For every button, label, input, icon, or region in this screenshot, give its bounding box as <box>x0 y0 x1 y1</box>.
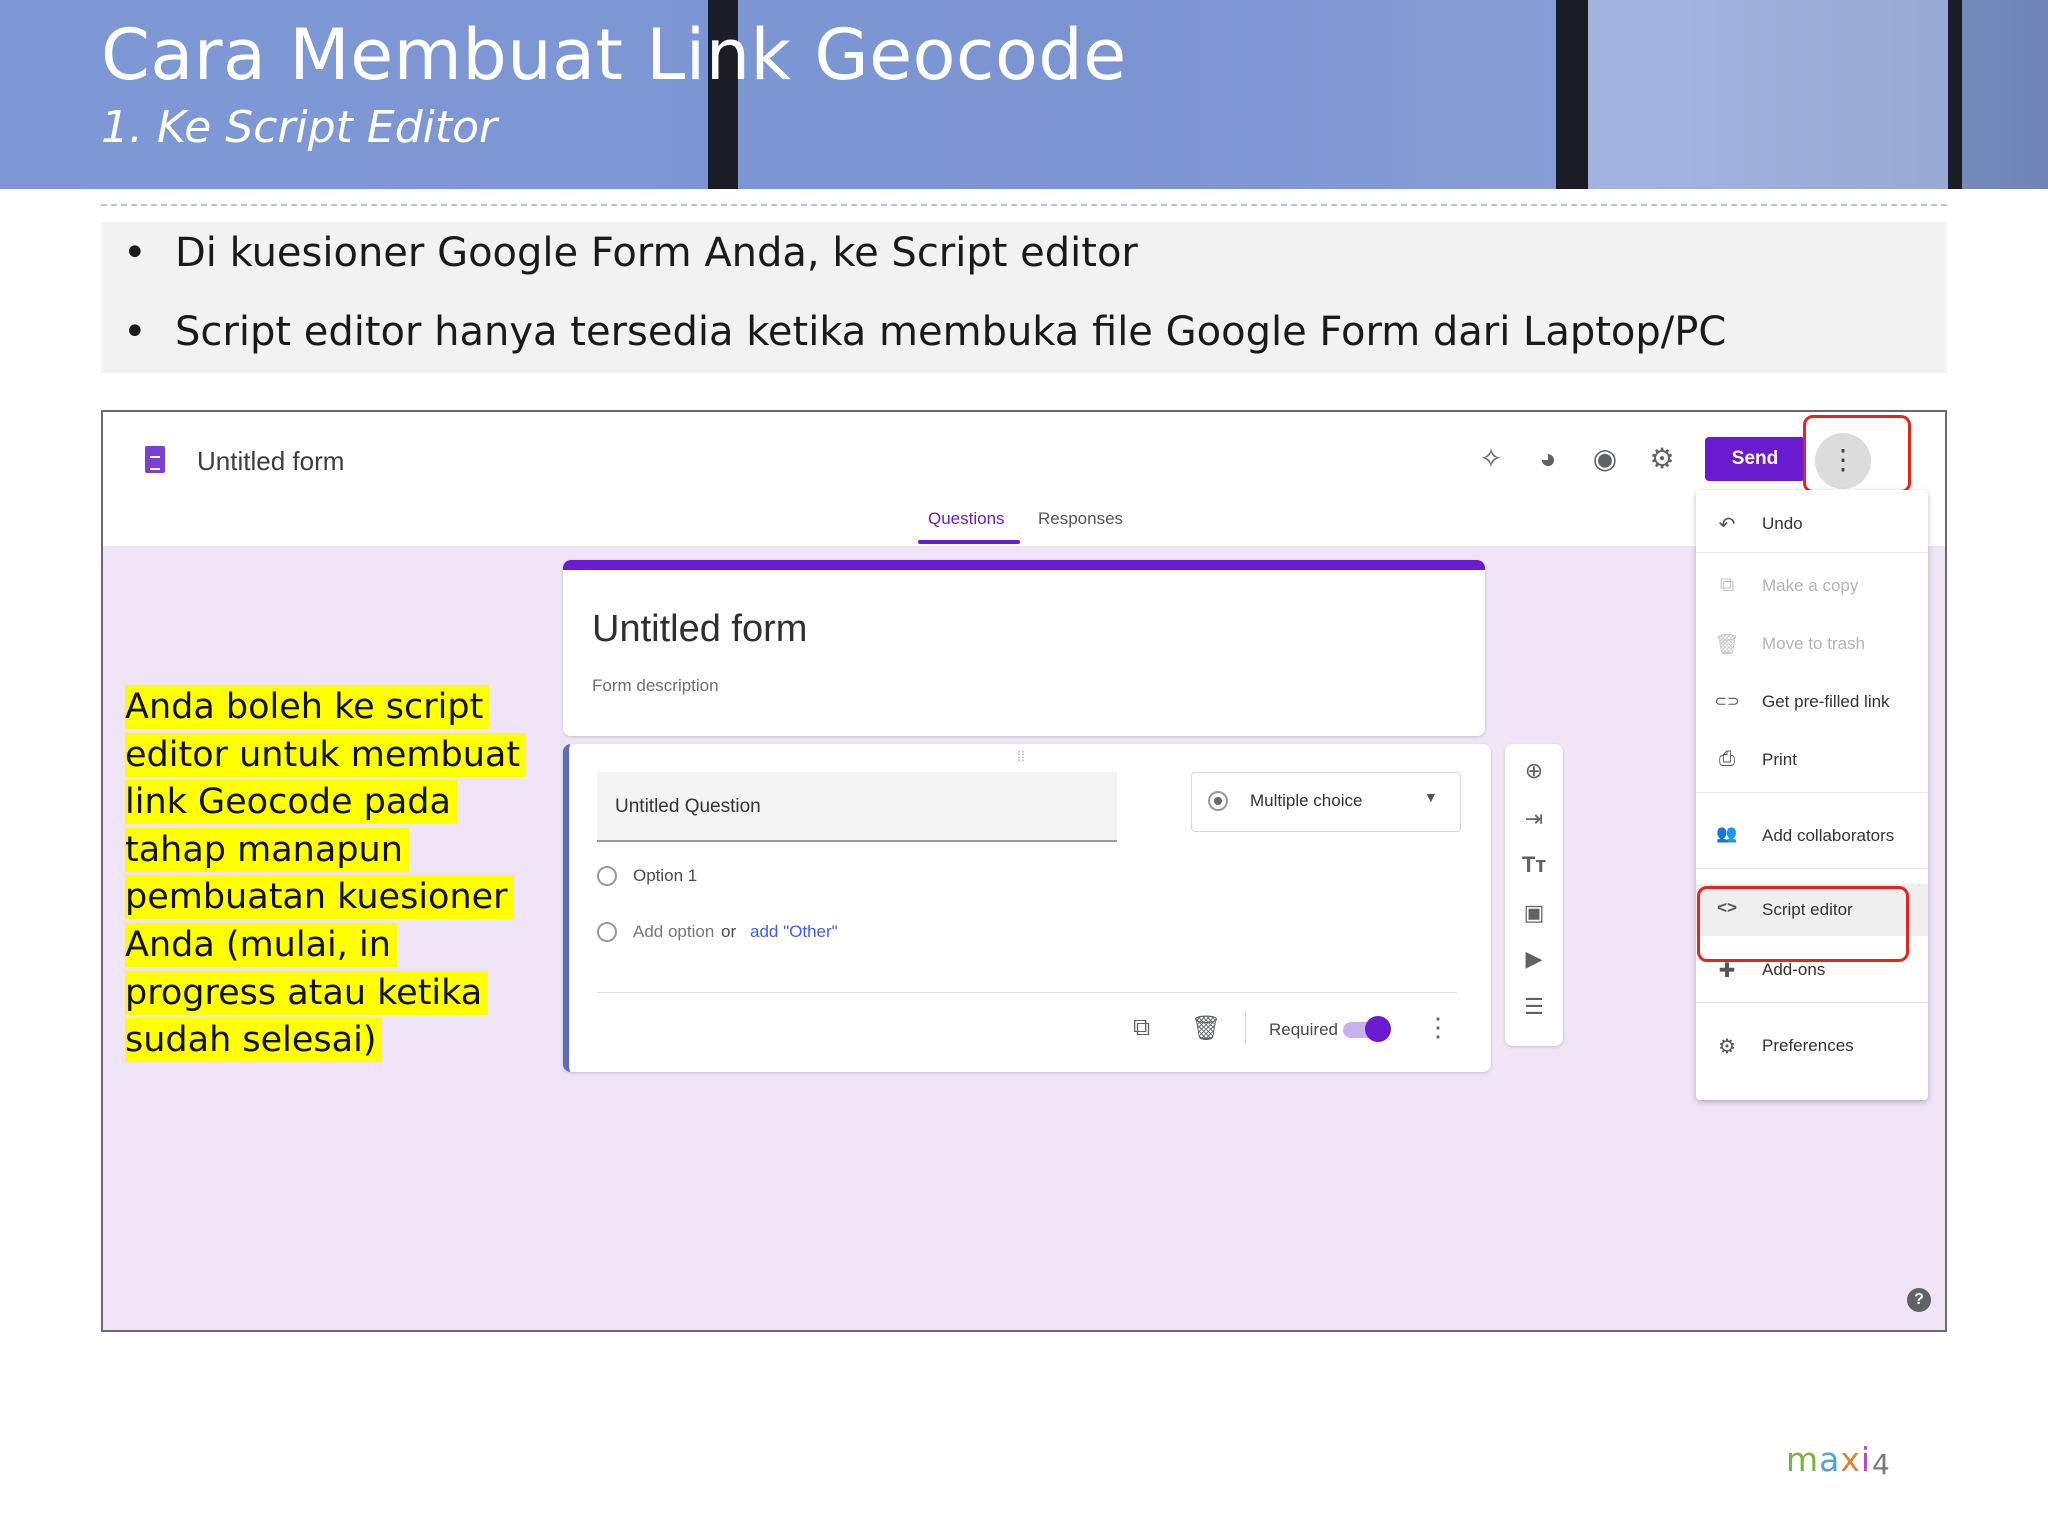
menu-item-prefilled-link[interactable]: ⊂⊃ Get pre-filled link <box>1696 680 1928 724</box>
menu-item-label: Add-ons <box>1762 960 1826 979</box>
page-number: 4 <box>1872 1448 1890 1481</box>
menu-item-label: Add collaborators <box>1762 826 1895 845</box>
tab-questions[interactable]: Questions <box>928 509 1005 529</box>
divider <box>597 992 1457 993</box>
note-text: Anda boleh ke script editor untuk membua… <box>125 685 527 1063</box>
highlighted-note: Anda boleh ke script editor untuk membua… <box>125 684 527 1065</box>
forms-topbar: Untitled form ✧ ◕ ◉ ⚙ Send ⋮ Questions R… <box>103 412 1945 546</box>
tab-responses[interactable]: Responses <box>1038 509 1123 529</box>
help-icon[interactable]: ? <box>1907 1288 1931 1312</box>
google-forms-screenshot: Untitled form ✧ ◕ ◉ ⚙ Send ⋮ Questions R… <box>101 410 1947 1332</box>
trash-icon[interactable]: 🗑 <box>1191 1014 1221 1043</box>
highlight-box <box>1803 415 1911 493</box>
undo-icon: ↶ <box>1718 514 1736 536</box>
question-type-label: Multiple choice <box>1250 791 1363 810</box>
bullet-text: Script editor hanya tersedia ketika memb… <box>175 309 1727 355</box>
bullet-item: • Di kuesioner Google Form Anda, ke Scrip… <box>123 230 1138 276</box>
form-title-card: Untitled form Form description <box>563 560 1485 736</box>
question-toolbar: ⊕ ⇥ Tт ▣ ▶ ☰ <box>1505 744 1563 1046</box>
import-questions-icon[interactable]: ⇥ <box>1505 806 1563 832</box>
menu-item-make-copy[interactable]: ⧉ Make a copy <box>1696 564 1928 608</box>
menu-item-label: Undo <box>1762 514 1803 533</box>
menu-divider <box>1696 792 1928 793</box>
menu-divider <box>1696 552 1928 553</box>
form-doc-title[interactable]: Untitled form <box>197 446 344 477</box>
bullet-list: • Di kuesioner Google Form Anda, ke Scrip… <box>101 222 1947 373</box>
background-stripe <box>1556 0 1588 189</box>
menu-item-label: Print <box>1762 750 1797 769</box>
print-icon: ⎙ <box>1719 748 1735 770</box>
bullet-text: Di kuesioner Google Form Anda, ke Script… <box>175 230 1138 276</box>
slide-title: Cara Membuat Link Geocode <box>101 14 1127 96</box>
header-banner: Cara Membuat Link Geocode 1. Ke Script E… <box>0 0 2048 189</box>
title-text-icon[interactable]: Tт <box>1505 852 1563 878</box>
section-icon[interactable]: ☰ <box>1505 994 1563 1020</box>
chevron-down-icon: ▼ <box>1424 789 1438 805</box>
drag-handle-icon[interactable]: ⁞⁞ <box>1017 748 1025 764</box>
radio-icon <box>597 922 617 942</box>
more-options-menu: ↶ Undo ⧉ Make a copy 🗑 Move to trash ⊂⊃ … <box>1696 490 1928 1100</box>
addon-icon[interactable]: ✧ <box>1474 442 1508 476</box>
menu-item-label: Get pre-filled link <box>1762 692 1890 711</box>
menu-item-preferences[interactable]: ⚙ Preferences <box>1696 1024 1928 1068</box>
trash-icon: 🗑 <box>1714 634 1740 656</box>
question-input[interactable]: Untitled Question <box>597 772 1117 842</box>
radio-icon <box>1208 791 1228 811</box>
send-button[interactable]: Send <box>1705 437 1805 481</box>
menu-item-undo[interactable]: ↶ Undo <box>1696 502 1928 546</box>
eye-icon[interactable]: ◉ <box>1588 442 1622 476</box>
menu-divider <box>1696 1002 1928 1003</box>
required-toggle-knob[interactable] <box>1365 1016 1391 1042</box>
menu-item-move-to-trash[interactable]: 🗑 Move to trash <box>1696 622 1928 666</box>
bullet-item: • Script editor hanya tersedia ketika mem… <box>123 309 1726 355</box>
divider <box>1245 1010 1246 1044</box>
bullet-icon: • <box>123 230 147 276</box>
slide-subtitle: 1. Ke Script Editor <box>101 102 498 153</box>
more-vert-icon[interactable]: ⋮ <box>1425 1012 1451 1043</box>
link-icon: ⊂⊃ <box>1714 693 1740 710</box>
menu-item-label: Preferences <box>1762 1036 1854 1055</box>
add-question-icon[interactable]: ⊕ <box>1505 758 1563 784</box>
radio-icon[interactable] <box>597 866 617 886</box>
image-icon[interactable]: ▣ <box>1505 900 1563 926</box>
menu-item-label: Move to trash <box>1762 634 1865 653</box>
menu-item-print[interactable]: ⎙ Print <box>1696 738 1928 782</box>
preferences-icon: ⚙ <box>1718 1036 1736 1058</box>
required-label: Required <box>1269 1020 1338 1039</box>
menu-item-label: Make a copy <box>1762 576 1859 595</box>
people-icon: 👥 <box>1716 824 1738 843</box>
add-other-link[interactable]: add "Other" <box>750 922 838 942</box>
video-icon[interactable]: ▶ <box>1505 946 1563 972</box>
copy-icon: ⧉ <box>1719 574 1735 596</box>
menu-item-add-collaborators[interactable]: 👥 Add collaborators <box>1696 814 1928 858</box>
question-type-select[interactable]: Multiple choice ▼ <box>1191 772 1461 832</box>
or-text: or <box>721 922 737 941</box>
divider <box>101 204 1947 206</box>
option-label[interactable]: Option 1 <box>633 866 697 886</box>
form-title[interactable]: Untitled form <box>592 608 807 651</box>
forms-logo-icon <box>145 446 165 473</box>
background-stripe <box>1948 0 1962 189</box>
bullet-icon: • <box>123 309 147 355</box>
add-option-link[interactable]: Add option <box>633 922 714 942</box>
question-text: Untitled Question <box>615 796 761 817</box>
highlight-box <box>1697 886 1909 962</box>
background-glass <box>1588 0 1948 189</box>
active-tab-indicator <box>918 540 1020 544</box>
gear-icon[interactable]: ⚙ <box>1645 442 1679 476</box>
question-card[interactable]: ⁞⁞ Untitled Question Multiple choice ▼ O… <box>563 744 1491 1072</box>
palette-icon[interactable]: ◕ <box>1531 442 1565 476</box>
duplicate-icon[interactable]: ⧉ <box>1133 1014 1150 1042</box>
menu-divider <box>1696 868 1928 869</box>
maxi-logo: maxi <box>1786 1440 1872 1479</box>
form-description[interactable]: Form description <box>592 676 719 696</box>
